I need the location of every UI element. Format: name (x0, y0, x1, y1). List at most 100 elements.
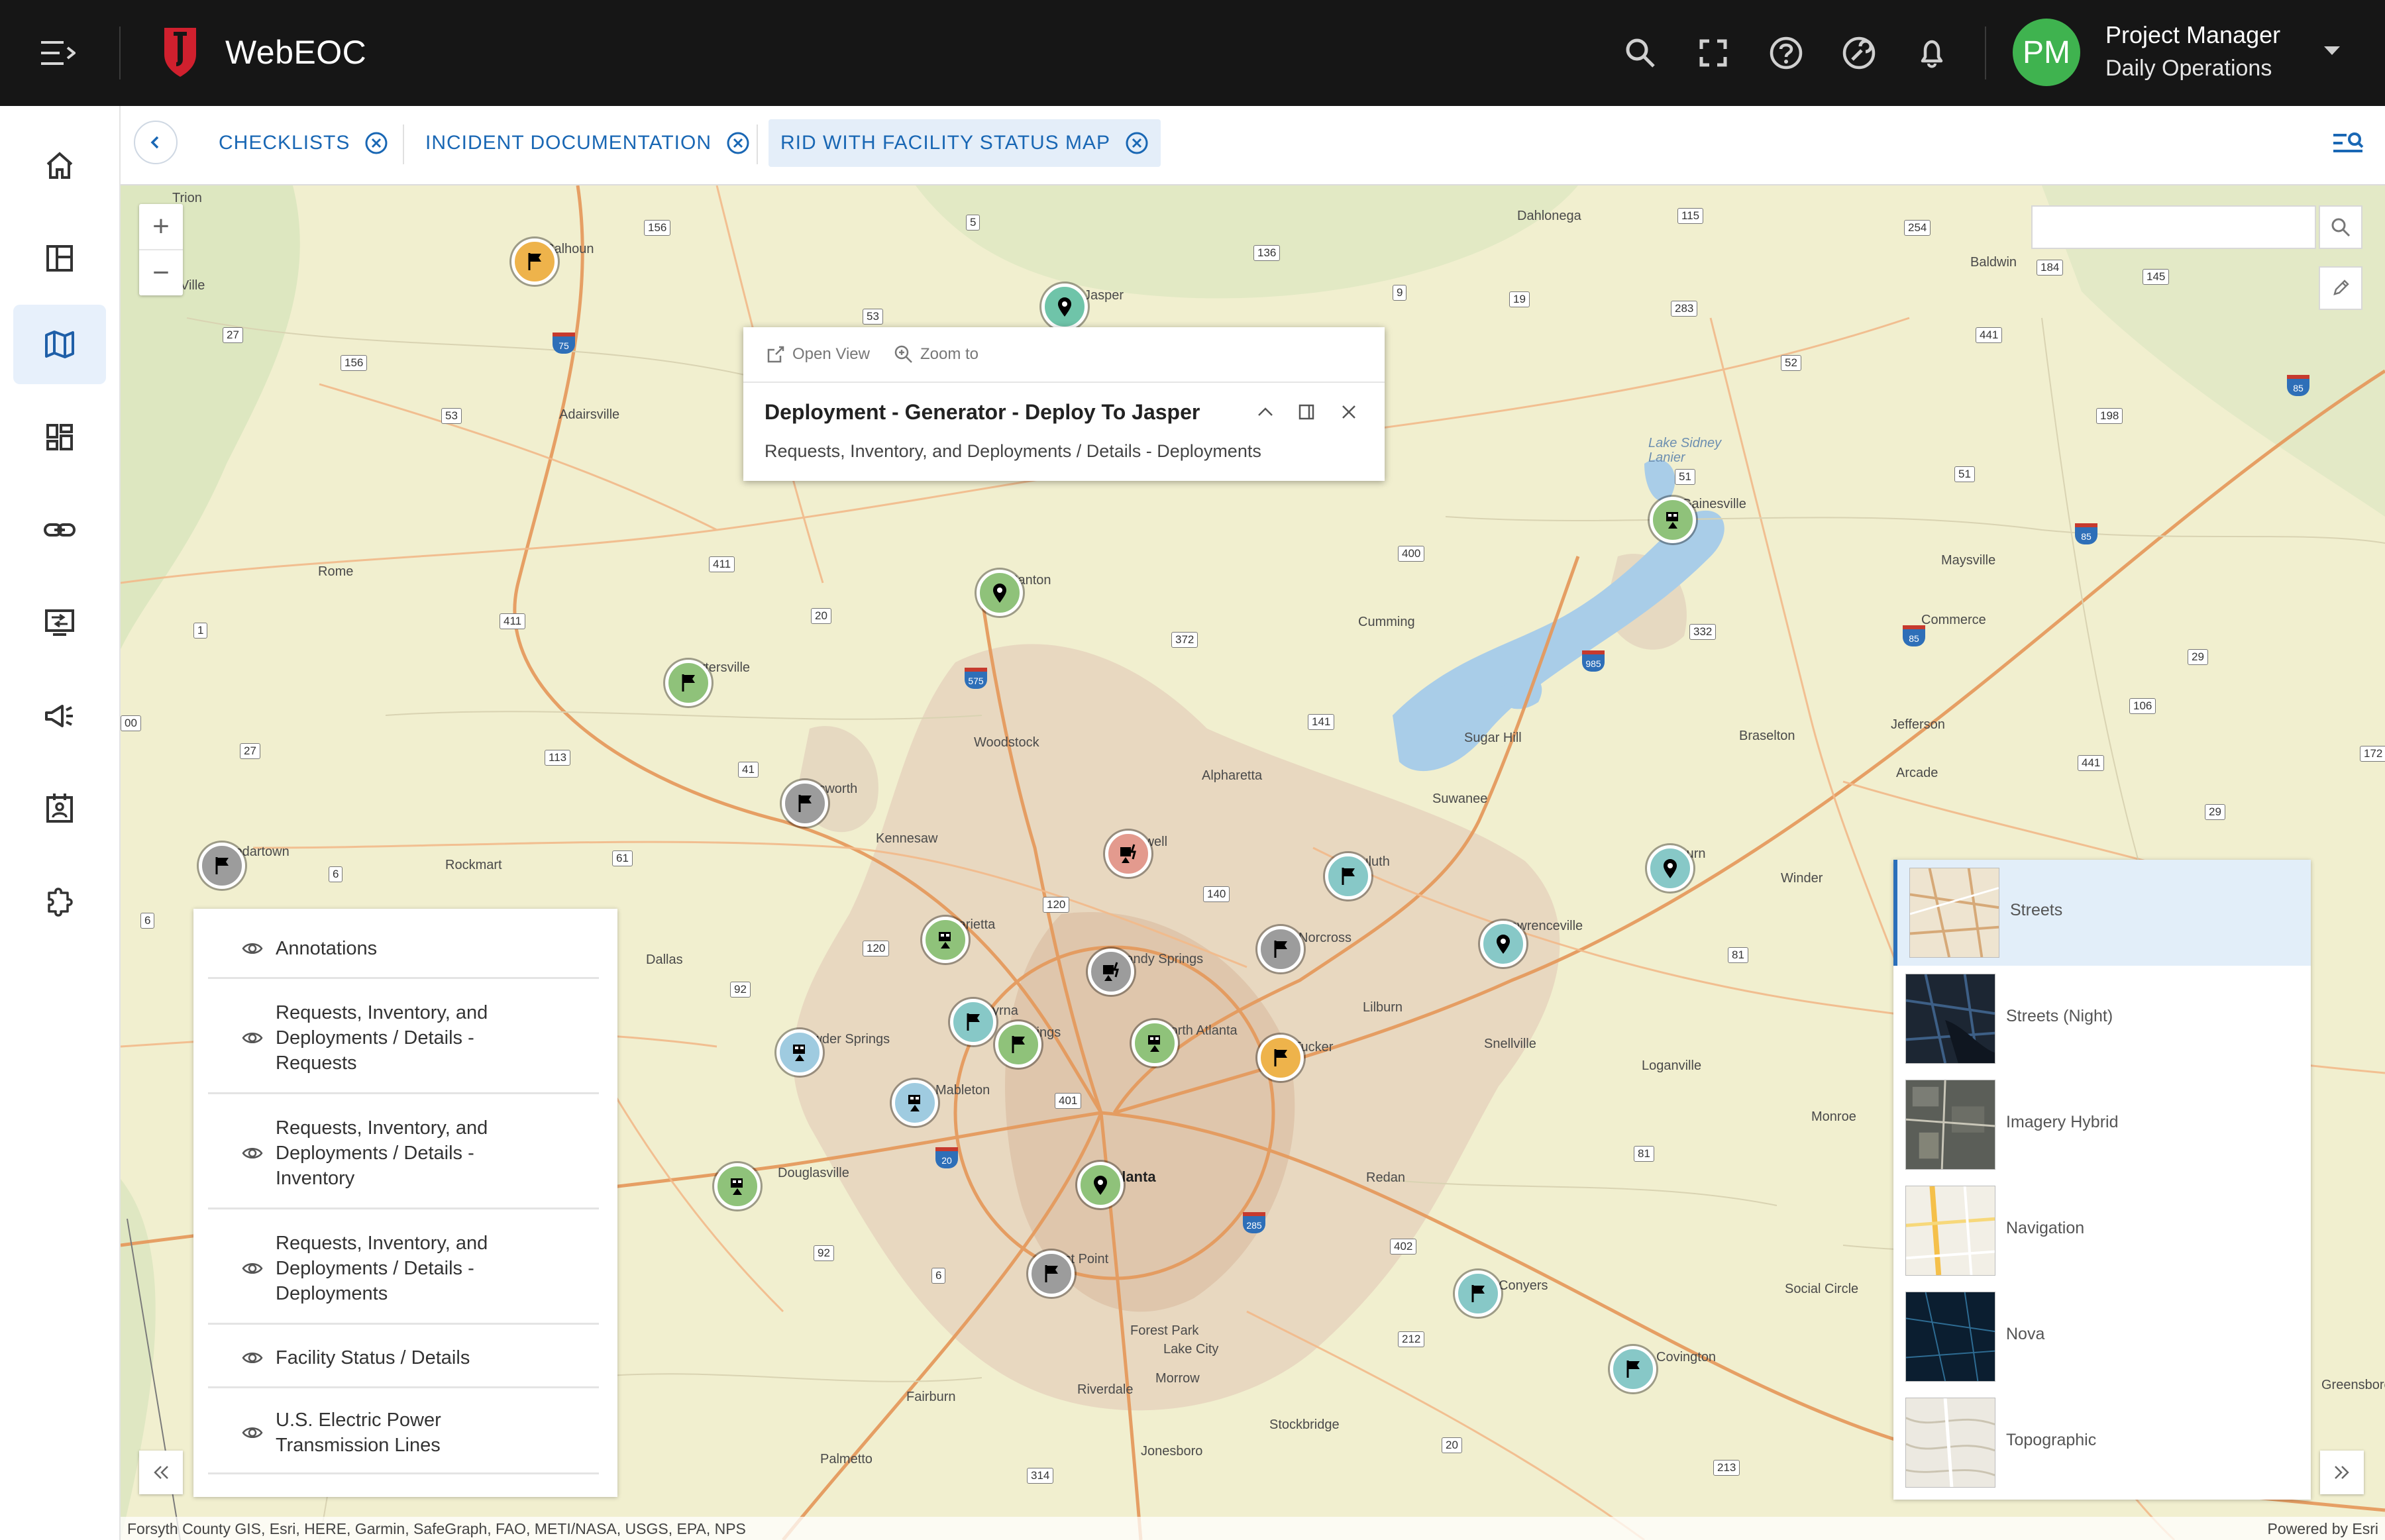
layer-item[interactable]: Requests, Inventory, and Deployments / D… (208, 1098, 599, 1209)
tools-icon[interactable] (1840, 34, 1878, 72)
home-icon (46, 152, 73, 179)
dock-icon[interactable] (1295, 400, 1318, 424)
powered-by-esri[interactable]: Powered by Esri (2268, 1520, 2378, 1538)
zoom-to-label: Zoom to (920, 345, 979, 363)
user-avatar[interactable]: PM (2013, 19, 2080, 86)
sketch-button[interactable] (2319, 266, 2362, 310)
map-view[interactable]: Trion Calhoun Dahlonega Baldwin Adairsvi… (121, 185, 2385, 1540)
collapse-layer-list-button[interactable] (139, 1451, 183, 1494)
map-marker[interactable] (1647, 845, 1693, 892)
user-position[interactable]: Daily Operations (2105, 56, 2272, 81)
map-search-button[interactable] (2319, 205, 2362, 249)
map-marker[interactable] (1028, 1251, 1075, 1297)
nav-plugins[interactable] (13, 861, 106, 941)
user-name[interactable]: Project Manager (2105, 21, 2280, 49)
layer-item[interactable]: Annotations (208, 919, 599, 979)
open-view-button[interactable]: Open View (766, 344, 870, 364)
menu-toggle-icon[interactable] (41, 38, 76, 68)
nav-maps[interactable] (13, 305, 106, 384)
layer-item[interactable]: Requests, Inventory, and Deployments / D… (208, 1213, 599, 1325)
map-marker[interactable] (714, 1163, 761, 1209)
basemap-toggle-button[interactable] (2320, 1451, 2364, 1494)
map-marker[interactable] (1455, 1270, 1501, 1317)
header-divider (119, 26, 121, 79)
layer-item[interactable]: U.S. Electric Power Transmission Lines (208, 1392, 599, 1474)
map-marker[interactable] (776, 1029, 823, 1076)
search-icon[interactable] (1622, 34, 1659, 72)
map-attribution-bar: Forsyth County GIS, Esri, HERE, Garmin, … (121, 1517, 2385, 1540)
map-search-input[interactable] (2031, 205, 2316, 249)
search-list-icon[interactable] (2332, 130, 2365, 160)
layer-item[interactable]: Requests, Inventory, and Deployments / D… (208, 983, 599, 1094)
nav-alerts[interactable] (13, 676, 106, 755)
basemap-option-streets[interactable]: Streets (1893, 860, 2311, 966)
close-icon[interactable] (1337, 400, 1361, 424)
eye-visibility-icon[interactable] (241, 937, 264, 960)
map-marker[interactable] (995, 1021, 1041, 1068)
tab-incident-documentation[interactable]: INCIDENT DOCUMENTATION (413, 119, 762, 167)
map-marker[interactable] (922, 917, 969, 963)
pin-icon (1664, 859, 1677, 878)
nav-boards[interactable] (13, 219, 106, 298)
route-shield: 61 (612, 850, 633, 866)
route-shield: 20 (811, 608, 831, 624)
route-shield: 115 (1677, 208, 1704, 224)
map-marker[interactable] (665, 660, 712, 706)
nav-dashboards[interactable] (13, 397, 106, 477)
nav-processes[interactable] (13, 583, 106, 662)
map-marker[interactable] (1105, 831, 1151, 877)
eye-visibility-icon[interactable] (241, 1257, 264, 1280)
map-marker[interactable] (1041, 283, 1088, 330)
basemap-option-imagery-hybrid[interactable]: Imagery Hybrid (1893, 1072, 2311, 1178)
eye-visibility-icon[interactable] (241, 1027, 264, 1049)
map-town-label: Fairburn (906, 1390, 956, 1404)
user-menu-chevron-down-icon[interactable] (2324, 46, 2340, 55)
pin-icon (1094, 1176, 1107, 1195)
map-marker[interactable] (1257, 926, 1304, 972)
map-marker[interactable] (950, 999, 996, 1045)
eye-visibility-icon[interactable] (241, 1347, 264, 1369)
layer-item[interactable]: Facility Status / Details (208, 1329, 599, 1388)
zoom-to-button[interactable]: Zoom to (894, 344, 979, 364)
tab-rid-facility-status-map[interactable]: RID WITH FACILITY STATUS MAP (768, 119, 1161, 167)
zoom-in-button[interactable]: + (139, 204, 183, 249)
map-town-label: Norcross (1298, 931, 1352, 945)
zoom-out-button[interactable]: − (139, 250, 183, 295)
flag-icon (1274, 941, 1287, 958)
fullscreen-icon[interactable] (1695, 34, 1732, 72)
map-marker[interactable] (977, 570, 1023, 616)
notification-bell-icon[interactable] (1913, 34, 1950, 72)
close-circle-icon[interactable] (726, 131, 750, 155)
collapse-chevron-up-icon[interactable] (1253, 400, 1277, 424)
map-marker[interactable] (892, 1080, 938, 1126)
basemap-option-navigation[interactable]: Navigation (1893, 1178, 2311, 1284)
close-circle-icon[interactable] (1125, 131, 1149, 155)
eye-visibility-icon[interactable] (241, 1142, 264, 1164)
map-marker[interactable] (1088, 949, 1134, 995)
basemap-option-topographic[interactable]: Topographic (1893, 1390, 2311, 1496)
nav-links[interactable] (13, 490, 106, 570)
map-marker[interactable] (1132, 1020, 1178, 1066)
basemap-option-nova[interactable]: Nova (1893, 1284, 2311, 1390)
route-shield: 19 (1509, 291, 1530, 307)
map-marker[interactable] (511, 238, 558, 285)
map-marker[interactable] (1650, 497, 1696, 543)
map-marker[interactable] (1480, 921, 1526, 967)
map-marker[interactable] (1077, 1162, 1124, 1208)
nav-contacts[interactable] (13, 768, 106, 848)
map-marker[interactable] (1325, 853, 1371, 899)
tab-checklists[interactable]: CHECKLISTS (207, 119, 400, 167)
map-marker[interactable] (199, 843, 245, 889)
map-marker[interactable] (782, 780, 828, 827)
help-icon[interactable] (1768, 34, 1805, 72)
close-circle-icon[interactable] (364, 131, 388, 155)
route-shield: 81 (1634, 1146, 1654, 1162)
interstate-shield: 75 (553, 333, 575, 354)
eye-visibility-icon[interactable] (241, 1421, 264, 1444)
basemap-option-streets-night[interactable]: Streets (Night) (1893, 966, 2311, 1072)
map-marker[interactable] (1610, 1346, 1656, 1392)
nav-home[interactable] (13, 126, 106, 205)
facility-icon (1666, 512, 1678, 529)
map-marker[interactable] (1257, 1035, 1304, 1081)
tab-back-button[interactable] (134, 121, 178, 164)
